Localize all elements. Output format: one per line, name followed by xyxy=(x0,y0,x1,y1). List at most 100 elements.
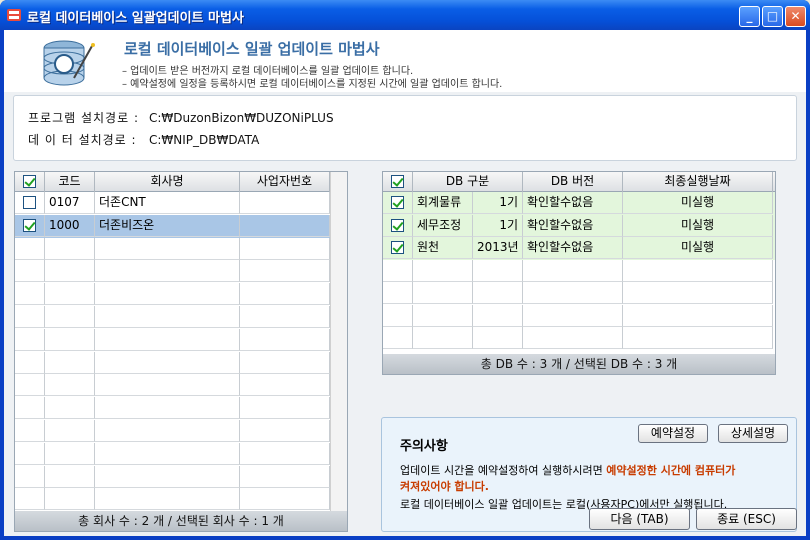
row-last-run xyxy=(623,282,773,304)
program-path-value: C:₩DuzonBizon₩DUZONiPLUS xyxy=(149,111,334,125)
row-db-type[interactable]: 세무조정 xyxy=(413,214,473,237)
row-db-version xyxy=(523,327,623,349)
row-check-cell[interactable] xyxy=(383,192,413,214)
row-check-cell[interactable] xyxy=(15,488,45,511)
checkbox-icon[interactable] xyxy=(391,241,404,254)
row-check-cell[interactable] xyxy=(15,442,45,465)
row-last-run[interactable]: 미실행 xyxy=(623,214,773,237)
next-button[interactable]: 다음 (TAB) xyxy=(589,508,690,530)
row-code xyxy=(45,237,95,260)
checkbox-icon[interactable] xyxy=(23,218,36,232)
column-header-company-name[interactable]: 회사명 xyxy=(95,172,240,192)
row-company-name[interactable]: 더존CNT xyxy=(95,192,240,214)
company-grid-header: 코드 회사명 사업자번호 xyxy=(15,172,330,192)
row-db-period xyxy=(473,304,523,327)
schedule-button[interactable]: 예약설정 xyxy=(638,424,708,443)
company-grid-scrollbar[interactable] xyxy=(330,172,347,511)
checkbox-icon[interactable] xyxy=(391,175,404,188)
wizard-header: 로컬 데이터베이스 일괄 업데이트 마법사 – 업데이트 받은 버전까지 로컬 … xyxy=(4,30,806,92)
company-select-all[interactable] xyxy=(15,172,45,192)
checkbox-icon[interactable] xyxy=(391,196,404,209)
maximize-button[interactable]: □ xyxy=(762,6,783,27)
row-check-cell[interactable] xyxy=(15,465,45,488)
row-biz-no[interactable] xyxy=(240,214,330,237)
row-company-name xyxy=(95,351,240,374)
minimize-button[interactable]: _ xyxy=(739,6,760,27)
row-db-period[interactable]: 1기 xyxy=(473,214,523,237)
column-header-db-version[interactable]: DB 버전 xyxy=(523,172,623,192)
column-header-biz-no[interactable]: 사업자번호 xyxy=(240,172,330,192)
title-bar[interactable]: 로컬 데이터베이스 일괄업데이트 마법사 _ □ ✕ xyxy=(0,0,810,30)
row-db-version[interactable]: 확인할수없음 xyxy=(523,214,623,237)
row-code[interactable]: 0107 xyxy=(45,192,95,214)
exit-button[interactable]: 종료 (ESC) xyxy=(696,508,797,530)
row-code xyxy=(45,328,95,351)
row-check-cell[interactable] xyxy=(15,192,45,214)
row-last-run[interactable]: 미실행 xyxy=(623,237,773,259)
table-row xyxy=(383,282,775,305)
column-header-last-run[interactable]: 최종실행날짜 xyxy=(623,172,773,192)
row-db-version xyxy=(523,282,623,304)
row-code xyxy=(45,374,95,397)
column-header-db-type[interactable]: DB 구분 xyxy=(413,172,523,192)
wizard-content: 로컬 데이터베이스 일괄 업데이트 마법사 – 업데이트 받은 버전까지 로컬 … xyxy=(4,30,806,536)
row-db-type[interactable]: 원천 xyxy=(413,237,473,259)
table-row xyxy=(15,374,330,397)
row-check-cell[interactable] xyxy=(383,214,413,237)
row-check-cell[interactable] xyxy=(383,282,413,304)
row-check-cell[interactable] xyxy=(15,237,45,260)
column-header-code[interactable]: 코드 xyxy=(45,172,95,192)
table-row[interactable]: 세무조정 1기 확인할수없음 미실행 xyxy=(383,214,775,238)
row-db-period[interactable]: 2013년 xyxy=(473,237,523,259)
row-company-name[interactable]: 더존비즈온 xyxy=(95,214,240,237)
row-company-name xyxy=(95,374,240,397)
checkbox-icon[interactable] xyxy=(23,196,36,209)
row-check-cell[interactable] xyxy=(15,420,45,442)
row-company-name xyxy=(95,283,240,306)
detail-button[interactable]: 상세설명 xyxy=(718,424,788,443)
row-check-cell[interactable] xyxy=(383,237,413,259)
table-row xyxy=(15,328,330,352)
window-title: 로컬 데이터베이스 일괄업데이트 마법사 xyxy=(27,11,244,26)
row-check-cell[interactable] xyxy=(383,304,413,327)
table-row[interactable]: 0107 더존CNT xyxy=(15,192,330,215)
db-select-all[interactable] xyxy=(383,172,413,192)
row-biz-no[interactable] xyxy=(240,192,330,214)
row-code[interactable]: 1000 xyxy=(45,214,95,237)
row-code xyxy=(45,488,95,511)
row-check-cell[interactable] xyxy=(15,351,45,374)
row-db-version[interactable]: 확인할수없음 xyxy=(523,237,623,259)
table-row[interactable]: 원천 2013년 확인할수없음 미실행 xyxy=(383,237,775,260)
row-check-cell[interactable] xyxy=(15,397,45,420)
row-check-cell[interactable] xyxy=(15,328,45,351)
row-biz-no xyxy=(240,306,330,328)
row-check-cell[interactable] xyxy=(15,306,45,328)
wizard-body: 프로그램 설치경로 : C:₩DuzonBizon₩DUZONiPLUS 데 이 … xyxy=(4,92,806,536)
row-check-cell[interactable] xyxy=(15,374,45,397)
row-last-run[interactable]: 미실행 xyxy=(623,192,773,214)
row-db-type[interactable]: 회계물류 xyxy=(413,192,473,214)
program-path-row: 프로그램 설치경로 : C:₩DuzonBizon₩DUZONiPLUS xyxy=(28,109,334,126)
wizard-description-2: – 예약설정에 일정을 등록하시면 로컬 데이터베이스를 지정된 시간에 일괄 … xyxy=(122,79,503,90)
row-db-period[interactable]: 1기 xyxy=(473,192,523,214)
table-row[interactable]: 1000 더존비즈온 xyxy=(15,214,330,238)
row-check-cell[interactable] xyxy=(15,214,45,237)
row-last-run xyxy=(623,327,773,349)
row-company-name xyxy=(95,328,240,351)
checkbox-icon[interactable] xyxy=(23,175,36,188)
data-path-value: C:₩NIP_DB₩DATA xyxy=(149,133,260,147)
row-check-cell[interactable] xyxy=(383,327,413,349)
table-row xyxy=(15,283,330,306)
checkbox-icon[interactable] xyxy=(391,218,404,232)
row-check-cell[interactable] xyxy=(15,260,45,283)
close-button[interactable]: ✕ xyxy=(785,6,806,27)
table-row xyxy=(383,304,775,328)
row-check-cell[interactable] xyxy=(15,283,45,306)
table-row xyxy=(383,259,775,283)
row-check-cell[interactable] xyxy=(383,259,413,282)
row-db-type xyxy=(413,304,473,327)
table-row[interactable]: 회계물류 1기 확인할수없음 미실행 xyxy=(383,192,775,215)
notice-title: 주의사항 xyxy=(400,439,448,454)
row-db-period xyxy=(473,282,523,304)
row-db-version[interactable]: 확인할수없음 xyxy=(523,192,623,214)
